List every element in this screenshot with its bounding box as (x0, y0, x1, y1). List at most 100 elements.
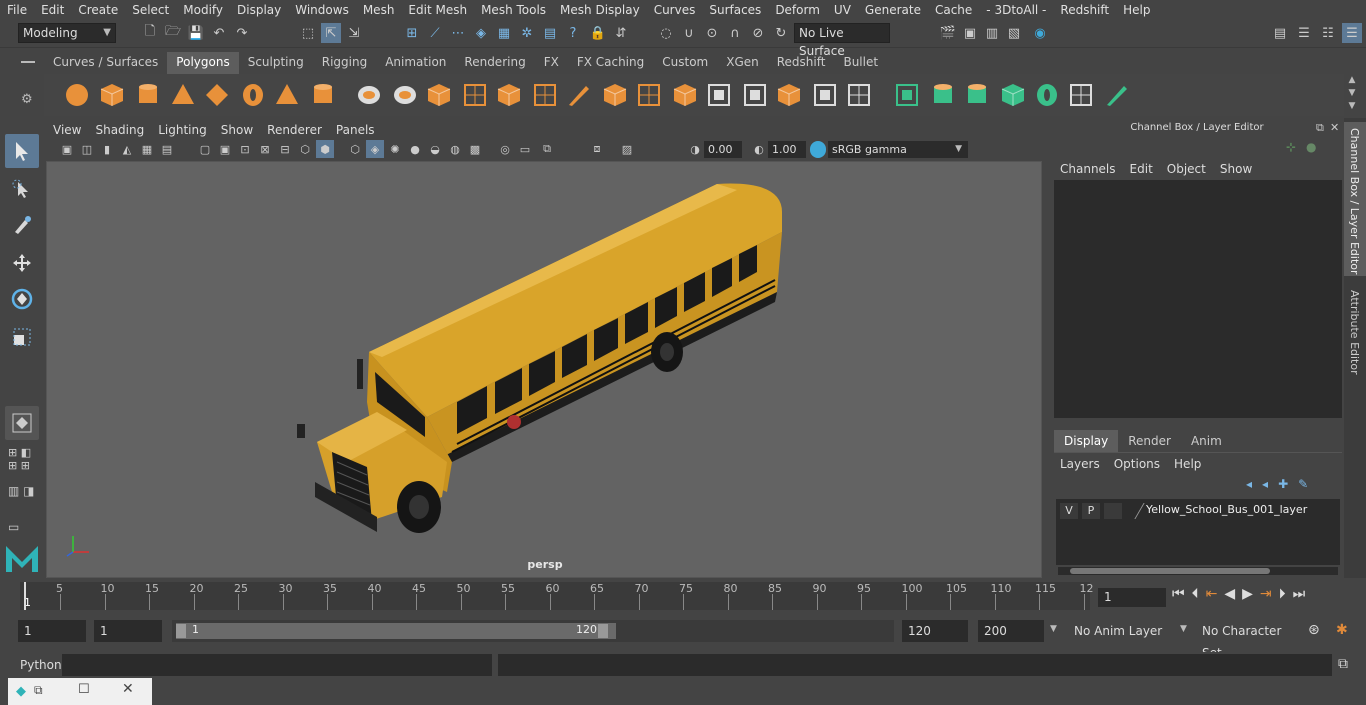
side-tab-attribute-editor[interactable]: Attribute Editor (1344, 286, 1366, 376)
select-component-icon[interactable]: ⇲ (344, 23, 364, 43)
redo-icon[interactable]: ↷ (232, 23, 252, 43)
safe-title-icon[interactable]: ⊟ (276, 140, 294, 158)
move-tool-icon[interactable] (5, 246, 39, 280)
poke-icon[interactable] (704, 80, 734, 110)
layout-quad-icon[interactable]: ⊞ ◧ ⊞ ⊞ (8, 446, 36, 474)
gate-mask-icon[interactable]: ▣ (216, 140, 234, 158)
snap-point-icon[interactable]: ⋯ (448, 23, 468, 43)
wireframe-icon[interactable]: ⬡ (296, 140, 314, 158)
color-management-icon[interactable] (810, 141, 826, 158)
bridge-icon[interactable] (530, 80, 560, 110)
extrude-icon[interactable] (494, 80, 524, 110)
viewport-menu-panels[interactable]: Panels (329, 123, 382, 137)
live-surface-field[interactable]: No Live Surface (794, 23, 890, 58)
menu-mesh-tools[interactable]: Mesh Tools (474, 3, 553, 17)
menu-cache[interactable]: Cache (928, 3, 979, 17)
smooth-icon[interactable] (460, 80, 490, 110)
menu-file[interactable]: File (0, 3, 34, 17)
pipe-icon[interactable] (308, 80, 338, 110)
key-icon[interactable]: ⊹ (1286, 140, 1296, 154)
menu-uv[interactable]: UV (827, 3, 858, 17)
field-chart-icon[interactable]: ⊡ (236, 140, 254, 158)
range-slider[interactable]: 1 120 (172, 620, 894, 642)
viewport-menu-renderer[interactable]: Renderer (260, 123, 329, 137)
tool-settings-toggle-icon[interactable]: ☷ (1318, 23, 1338, 43)
shelf-tab-rigging[interactable]: Rigging (313, 52, 376, 74)
close-icon[interactable]: ✕ (1330, 121, 1339, 134)
play-backward-icon[interactable]: ◀ (1224, 586, 1235, 602)
lasso-icon[interactable]: ◌ (656, 23, 676, 43)
quad-draw-icon[interactable] (844, 80, 874, 110)
make-live-icon[interactable]: ✲ (517, 23, 537, 43)
end-time-field[interactable]: 200 (978, 620, 1044, 642)
layout-two-pane-icon[interactable]: ▥ ◨ (8, 484, 36, 510)
select-hierarchy-icon[interactable]: ⬚ (298, 23, 318, 43)
menu-modify[interactable]: Modify (176, 3, 230, 17)
new-layer-selected-icon[interactable]: ✎ (1298, 477, 1308, 491)
layer-playback-toggle[interactable]: P (1082, 503, 1100, 519)
perspective-viewport[interactable]: persp (46, 161, 1042, 578)
depth-of-field-icon[interactable]: ◎ (496, 140, 514, 158)
channel-list[interactable] (1054, 180, 1342, 418)
start-time-field[interactable]: 1 (18, 620, 86, 642)
help-icon[interactable]: ? (563, 23, 583, 43)
step-forward-icon[interactable]: ⏵ (1279, 586, 1286, 602)
uv-layout-icon[interactable] (1066, 80, 1096, 110)
channel-box-toggle-icon[interactable]: ☰ (1342, 23, 1362, 43)
shelf-tab-polygons[interactable]: Polygons (167, 52, 239, 74)
character-set-dropdown[interactable]: No Character Set (1196, 620, 1300, 660)
layer-tab-anim[interactable]: Anim (1180, 430, 1232, 452)
menu-3dtoall[interactable]: - 3DtoAll - (979, 3, 1053, 17)
torus-icon[interactable] (238, 80, 268, 110)
new-scene-icon[interactable]: 🗋 (140, 23, 160, 43)
viewport-menu-shading[interactable]: Shading (88, 123, 151, 137)
hypershade-icon[interactable]: ◉ (1030, 23, 1050, 43)
menu-edit-mesh[interactable]: Edit Mesh (401, 3, 474, 17)
snap-together-icon[interactable]: ⊙ (702, 23, 722, 43)
channel-menu-channels[interactable]: Channels (1058, 162, 1128, 178)
go-to-end-icon[interactable]: ⏭ (1293, 586, 1306, 602)
go-to-start-icon[interactable]: ⏮ (1172, 586, 1185, 602)
bookmark-icon[interactable]: ▮ (98, 140, 116, 158)
xray-components-icon[interactable]: ▨ (618, 140, 636, 158)
render-view-icon[interactable]: 🎬 (938, 23, 958, 43)
gamma-icon[interactable]: ◐ (750, 140, 768, 158)
layer-name[interactable]: Yellow_School_Bus_001_layer (1146, 503, 1307, 516)
layer-menu-layers[interactable]: Layers (1060, 457, 1114, 471)
camera-attributes-icon[interactable]: ◫ (78, 140, 96, 158)
chevron-down-icon[interactable]: ▼ (1180, 624, 1187, 634)
rotate-axis-icon[interactable]: ↻ (771, 23, 791, 43)
menu-help[interactable]: Help (1116, 3, 1157, 17)
target-weld-icon[interactable] (600, 80, 630, 110)
open-scene-icon[interactable]: 🗁 (163, 23, 183, 43)
cube-icon[interactable] (97, 80, 127, 110)
grid-icon[interactable]: ▦ (138, 140, 156, 158)
move-layer-down-icon[interactable]: ◂ (1262, 477, 1268, 491)
shelf-tab-custom[interactable]: Custom (653, 52, 717, 74)
render-settings-icon[interactable]: ▧ (1004, 23, 1024, 43)
uv-unfold-icon[interactable] (1102, 80, 1132, 110)
xray-joints-icon[interactable]: ⧈ (588, 140, 606, 158)
channel-menu-edit[interactable]: Edit (1128, 162, 1165, 178)
isolate-select-icon[interactable]: ▭ (516, 140, 534, 158)
maximize-icon[interactable]: ☐ (78, 682, 90, 697)
shelf-tab-redshift[interactable]: Redshift (768, 52, 835, 74)
menu-display[interactable]: Display (230, 3, 288, 17)
snap-surface-icon[interactable]: ▦ (494, 23, 514, 43)
shelf-tab-curves-surfaces[interactable]: Curves / Surfaces (44, 52, 167, 74)
bevel-icon[interactable] (634, 80, 664, 110)
lock-icon[interactable]: 🔒 (588, 23, 608, 43)
layer-menu-options[interactable]: Options (1114, 457, 1174, 471)
ambient-occlusion-icon[interactable]: ◒ (426, 140, 444, 158)
step-back-key-icon[interactable]: ⇤ (1206, 586, 1218, 602)
shelf-scroll[interactable]: ▲ ▼ ▼ (1346, 74, 1358, 114)
layer-tab-display[interactable]: Display (1054, 430, 1119, 452)
motion-blur-icon[interactable]: ◍ (446, 140, 464, 158)
append-icon[interactable] (670, 80, 700, 110)
rotate-tool-icon[interactable] (5, 282, 39, 316)
menu-windows[interactable]: Windows (288, 3, 356, 17)
safe-action-icon[interactable]: ⊠ (256, 140, 274, 158)
snap-view-icon[interactable]: ◈ (471, 23, 491, 43)
menu-create[interactable]: Create (71, 3, 125, 17)
scroll-thumb[interactable] (1070, 568, 1270, 574)
